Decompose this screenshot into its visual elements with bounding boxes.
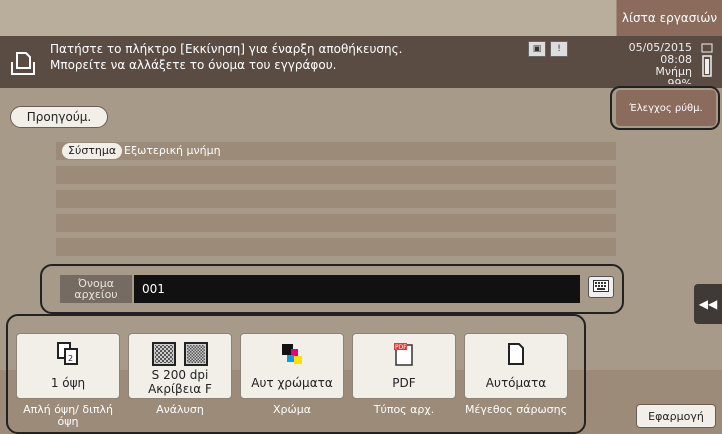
simplex-duplex-button[interactable]: 2 1 όψη bbox=[16, 333, 120, 399]
file-type-caption: Τύπος αρχ. bbox=[373, 403, 435, 416]
resolution-button[interactable]: S 200 dpi Ακρίβεια F bbox=[128, 333, 232, 399]
job-list-button[interactable]: λίστα εργασιών bbox=[616, 0, 722, 36]
check-settings-button[interactable]: Έλεγχος ρύθμ. bbox=[616, 90, 716, 126]
list-row[interactable] bbox=[56, 190, 616, 208]
resolution-caption: Ανάλυση bbox=[156, 403, 204, 416]
apply-button[interactable]: Εφαρμογή bbox=[636, 404, 716, 428]
simplex-icon: 2 bbox=[17, 340, 119, 368]
memory-label: Μνήμη bbox=[655, 65, 692, 78]
filename-input[interactable]: 001 bbox=[134, 275, 580, 303]
file-type-button[interactable]: PDF PDF bbox=[352, 333, 456, 399]
breadcrumb-system[interactable]: Σύστημα bbox=[62, 143, 123, 159]
double-chevron-left-icon: ◀◀ bbox=[698, 297, 718, 311]
color-button[interactable]: Αυτ χρώματα bbox=[240, 333, 344, 399]
keyboard-button[interactable] bbox=[588, 276, 614, 298]
scan-size-caption: Μέγεθος σάρωσης bbox=[464, 403, 568, 416]
resolution-value: S 200 dpi Ακρίβεια F bbox=[148, 368, 212, 396]
page-size-icon bbox=[465, 340, 567, 368]
list-row[interactable] bbox=[56, 238, 616, 256]
warning-status-icon: ! bbox=[550, 41, 568, 57]
simplex-caption: Απλή όψη/ διπλή όψη bbox=[23, 403, 113, 428]
resolution-icon bbox=[129, 340, 231, 368]
message-line-1: Πατήστε το πλήκτρο [Εκκίνηση] για έναρξη… bbox=[50, 42, 403, 56]
svg-text:PDF: PDF bbox=[395, 344, 407, 351]
top-bar bbox=[0, 0, 722, 36]
memory-percent: 99% bbox=[596, 78, 692, 84]
file-type-value: PDF bbox=[392, 376, 416, 390]
color-value: Αυτ χρώματα bbox=[251, 376, 333, 390]
printer-status-icon: ▣ bbox=[528, 41, 546, 57]
side-panel-toggle[interactable]: ◀◀ bbox=[694, 284, 722, 324]
message-line-2: Μπορείτε να αλλάξετε το όνομα του εγγράφ… bbox=[50, 58, 337, 72]
color-caption: Χρώμα bbox=[273, 403, 311, 416]
color-icon bbox=[241, 340, 343, 368]
previous-button[interactable]: Προηγούμ. bbox=[10, 106, 108, 128]
datetime: 05/05/2015 08:08 Μνήμη 99% bbox=[596, 42, 692, 85]
filename-label: Όνομα αρχείου bbox=[60, 275, 132, 303]
keyboard-icon bbox=[593, 279, 609, 295]
list-row[interactable] bbox=[56, 166, 616, 184]
save-document-icon bbox=[10, 50, 36, 76]
list-row[interactable] bbox=[56, 214, 616, 232]
scan-size-value: Αυτόματα bbox=[485, 376, 547, 390]
scan-size-button[interactable]: Αυτόματα bbox=[464, 333, 568, 399]
memory-gauge-icon bbox=[700, 42, 716, 81]
breadcrumb-external-memory: Εξωτερική μνήμη bbox=[124, 144, 221, 157]
pdf-file-icon: PDF bbox=[353, 340, 455, 368]
status-icons: ▣ ! bbox=[528, 41, 568, 57]
svg-text:2: 2 bbox=[68, 354, 73, 363]
simplex-value: 1 όψη bbox=[50, 376, 86, 390]
